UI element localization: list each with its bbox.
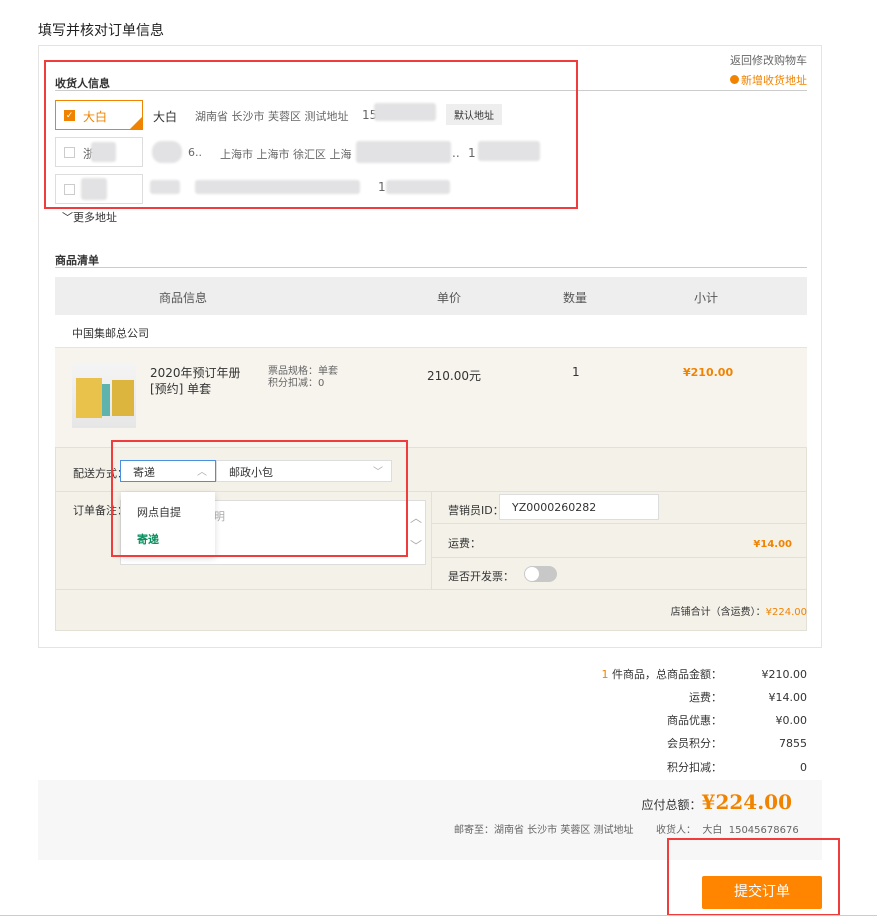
shop-total-value: ¥224.00	[766, 607, 807, 618]
scroll-up-icon[interactable]: ︿	[410, 509, 422, 526]
shop-total-label: 店铺合计（含运费）：	[671, 607, 766, 618]
more-addresses-label: 更多地址	[73, 211, 117, 224]
more-addresses-toggle[interactable]: ﹀更多地址	[62, 209, 117, 225]
summary-value: ¥14.00	[722, 691, 807, 704]
payable-amount: ¥224.00	[702, 790, 792, 814]
invoice-label: 是否开发票：	[448, 568, 514, 584]
header-subtotal: 小计	[694, 289, 718, 306]
annotation-box-submit	[667, 838, 840, 916]
sales-id-label: 营销员ID：	[448, 502, 504, 518]
goods-table-header: 商品信息 单价 数量 小计	[55, 277, 807, 315]
summary-label: 商品优惠：	[667, 714, 722, 727]
summary-goods-amount: 1 件商品，总商品金额：¥210.00	[507, 666, 807, 682]
header-goods-info: 商品信息	[159, 289, 207, 306]
product-row	[55, 347, 807, 447]
summary-row: 积分扣减：0	[507, 759, 807, 775]
summary-label: 积分扣减：	[667, 761, 722, 774]
goods-section-title: 商品清单	[55, 252, 99, 268]
sales-id-input[interactable]: YZ0000260282	[499, 494, 659, 520]
item-subtotal: ¥210.00	[683, 366, 733, 379]
annotation-box-delivery	[111, 440, 408, 557]
sales-id-value: YZ0000260282	[512, 501, 596, 514]
add-address-link[interactable]: 新增收货地址	[730, 72, 807, 88]
add-address-label: 新增收货地址	[741, 74, 807, 87]
divider	[55, 267, 807, 268]
product-points: 积分扣减：0	[268, 378, 338, 390]
unit-price: 210.00元	[427, 367, 481, 384]
annotation-box-address	[44, 60, 578, 209]
plus-circle-icon	[730, 75, 739, 84]
product-spec: 票品规格：单套	[268, 366, 338, 378]
summary-value: ¥0.00	[722, 714, 807, 727]
page-title: 填写并核对订单信息	[38, 20, 164, 40]
summary-value: 7855	[722, 737, 807, 750]
shop-name: 中国集邮总公司	[72, 325, 149, 341]
back-to-cart-link[interactable]: 返回修改购物车	[730, 52, 807, 68]
product-name[interactable]: 2020年预订年册[预约] 单套	[150, 365, 241, 397]
product-name-line1: 2020年预订年册	[150, 365, 241, 381]
product-image[interactable]	[72, 364, 136, 428]
chevron-down-icon: ﹀	[62, 211, 73, 224]
summary-label: 会员积分：	[667, 737, 722, 750]
receiver-label: 收货人：	[656, 825, 696, 836]
summary-label: 运费：	[689, 691, 722, 704]
summary-row: 会员积分：7855	[507, 735, 807, 751]
scroll-down-icon[interactable]: ﹀	[410, 537, 422, 554]
quantity: 1	[572, 365, 580, 379]
receiver-phone: 15045678676	[729, 825, 799, 836]
summary-row: 运费：¥14.00	[507, 689, 807, 705]
product-name-line2: [预约] 单套	[150, 381, 241, 397]
summary-value: 0	[722, 761, 807, 774]
header-unit-price: 单价	[437, 289, 461, 306]
goods-count: 1	[602, 668, 609, 681]
receiver-name: 大白	[702, 825, 722, 836]
invoice-toggle[interactable]	[524, 566, 557, 582]
toggle-knob	[525, 567, 539, 581]
goods-amount-value: ¥210.00	[722, 668, 807, 681]
goods-amount-label: 件商品，总商品金额：	[609, 668, 723, 681]
header-quantity: 数量	[563, 289, 587, 306]
summary-row: 商品优惠：¥0.00	[507, 712, 807, 728]
payable-label: 应付总额：	[642, 798, 702, 812]
ship-to-address: 邮寄至：湖南省 长沙市 芙蓉区 测试地址	[454, 821, 634, 836]
shipping-label: 运费：	[448, 535, 481, 551]
shipping-value: ¥14.00	[753, 539, 792, 550]
